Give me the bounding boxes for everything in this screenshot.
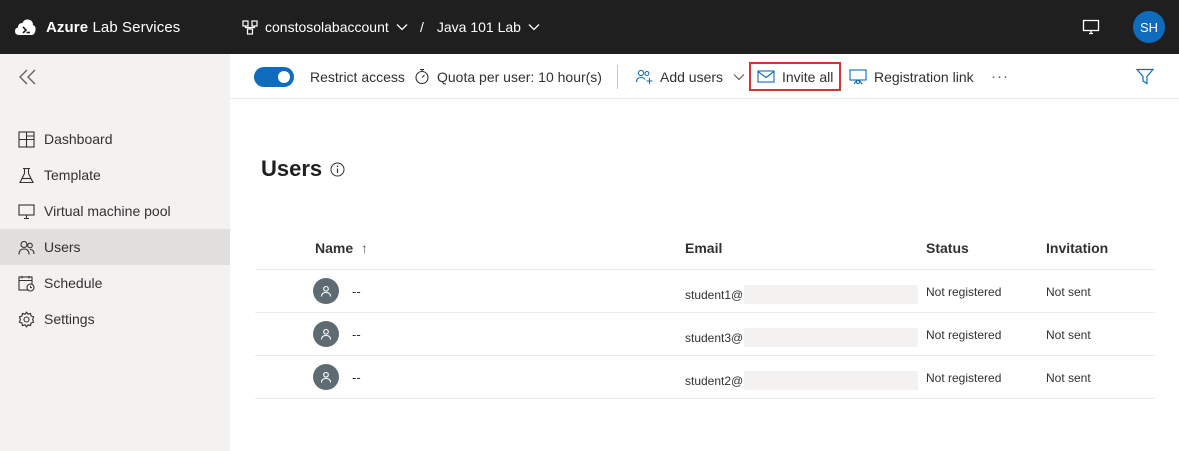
- table-row[interactable]: -- student3@ Not registered Not sent: [255, 313, 1155, 356]
- registration-link-label: Registration link: [874, 68, 974, 85]
- user-email: student3@: [685, 328, 919, 347]
- user-name: --: [352, 370, 361, 385]
- add-users-label: Add users: [660, 68, 724, 85]
- sidebar-nav: Dashboard Template Virtual machine pool: [0, 121, 230, 337]
- user-avatar-icon: [313, 364, 339, 390]
- sidebar-item-dashboard[interactable]: Dashboard: [0, 121, 230, 157]
- page-title: Users: [261, 156, 345, 182]
- users-icon: [18, 240, 35, 255]
- user-invitation: Not sent: [1046, 371, 1091, 385]
- sidebar-item-label: Settings: [44, 311, 95, 327]
- sidebar-item-virtual-machine-pool[interactable]: Virtual machine pool: [0, 193, 230, 229]
- lab-name: Java 101 Lab: [436, 19, 521, 35]
- sidebar-item-label: Template: [44, 167, 101, 183]
- sidebar-item-label: Dashboard: [44, 131, 113, 147]
- email-prefix: student3@: [685, 330, 744, 345]
- user-name: --: [352, 284, 361, 299]
- user-avatar-icon: [313, 278, 339, 304]
- user-avatar[interactable]: SH: [1133, 11, 1165, 43]
- invite-all-label: Invite all: [782, 68, 834, 85]
- quota-button[interactable]: Quota per user: 10 hour(s): [414, 54, 602, 99]
- table-row[interactable]: -- student2@ Not registered Not sent: [255, 356, 1155, 399]
- gear-icon: [18, 310, 35, 328]
- user-invitation: Not sent: [1046, 285, 1091, 299]
- column-name-label: Name: [315, 240, 354, 256]
- lab-account-name: constosolabaccount: [265, 19, 389, 35]
- table-row[interactable]: -- student1@ Not registered Not sent: [255, 270, 1155, 313]
- users-table: Name ↑ Email Status Invitation -- studen…: [255, 226, 1155, 399]
- column-header-name[interactable]: Name ↑: [315, 240, 368, 256]
- user-invitation: Not sent: [1046, 328, 1091, 342]
- sidebar-item-users[interactable]: Users: [0, 229, 230, 265]
- more-options-button[interactable]: ···: [991, 54, 1009, 99]
- monitor-icon: [18, 203, 35, 219]
- sidebar-item-schedule[interactable]: Schedule: [0, 265, 230, 301]
- app-title: Azure Lab Services: [46, 18, 181, 36]
- stopwatch-icon: [415, 68, 429, 85]
- restrict-access-toggle[interactable]: [254, 66, 294, 87]
- user-status: Not registered: [926, 285, 1002, 299]
- add-users-icon: [635, 69, 653, 84]
- mail-icon: [757, 70, 775, 83]
- user-status: Not registered: [926, 328, 1002, 342]
- info-icon[interactable]: [330, 162, 345, 177]
- restrict-access-control[interactable]: Restrict access: [254, 54, 405, 99]
- azure-lab-logo-icon: [15, 19, 36, 35]
- invite-all-button[interactable]: Invite all: [757, 54, 833, 99]
- column-header-invitation[interactable]: Invitation: [1046, 240, 1108, 256]
- monitor-icon[interactable]: [1082, 19, 1100, 35]
- sidebar-item-label: Users: [44, 239, 81, 255]
- top-bar: Azure Lab Services constosolabaccount / …: [0, 0, 1179, 54]
- breadcrumb-separator: /: [420, 19, 424, 35]
- column-header-email[interactable]: Email: [685, 240, 722, 256]
- more-icon: ···: [991, 68, 1009, 85]
- page-title-text: Users: [261, 156, 323, 181]
- table-header: Name ↑ Email Status Invitation: [255, 226, 1155, 270]
- registration-link-icon: [849, 68, 867, 84]
- column-header-status[interactable]: Status: [926, 240, 969, 256]
- person-icon: [320, 371, 332, 383]
- person-icon: [320, 328, 332, 340]
- sort-ascending-icon: ↑: [361, 240, 369, 256]
- user-email: student2@: [685, 371, 919, 390]
- toolbar-divider: [617, 65, 618, 89]
- quota-label: Quota per user: 10 hour(s): [437, 68, 602, 85]
- beaker-icon: [19, 167, 34, 183]
- dashboard-icon: [18, 130, 35, 148]
- lab-account-selector[interactable]: constosolabaccount: [242, 0, 408, 54]
- user-status: Not registered: [926, 371, 1002, 385]
- filter-icon[interactable]: [1136, 68, 1154, 85]
- lab-selector[interactable]: / Java 101 Lab: [420, 0, 540, 54]
- sidebar-item-template[interactable]: Template: [0, 157, 230, 193]
- email-prefix: student2@: [685, 373, 744, 388]
- sidebar-item-settings[interactable]: Settings: [0, 301, 230, 337]
- user-email: student1@: [685, 285, 919, 304]
- email-redaction: [744, 371, 919, 390]
- sidebar: Dashboard Template Virtual machine pool: [0, 54, 230, 451]
- calendar-icon: [18, 275, 35, 292]
- user-avatar-icon: [313, 321, 339, 347]
- email-redaction: [744, 328, 919, 347]
- registration-link-button[interactable]: Registration link: [849, 54, 974, 99]
- chevron-down-icon: [396, 24, 408, 31]
- chevron-down-icon: [733, 73, 745, 80]
- email-redaction: [744, 285, 919, 304]
- chevron-down-icon: [528, 24, 540, 31]
- lab-account-icon: [242, 19, 258, 35]
- add-users-button[interactable]: Add users: [635, 54, 745, 99]
- user-name: --: [352, 327, 361, 342]
- email-prefix: student1@: [685, 287, 744, 302]
- sidebar-item-label: Schedule: [44, 275, 103, 291]
- collapse-chevrons-icon[interactable]: [17, 66, 39, 88]
- command-bar: Restrict access Quota per user: 10 hour(…: [230, 54, 1179, 99]
- person-icon: [320, 285, 332, 297]
- sidebar-item-label: Virtual machine pool: [44, 203, 171, 219]
- brand[interactable]: Azure Lab Services: [14, 0, 180, 54]
- restrict-access-label: Restrict access: [310, 68, 405, 85]
